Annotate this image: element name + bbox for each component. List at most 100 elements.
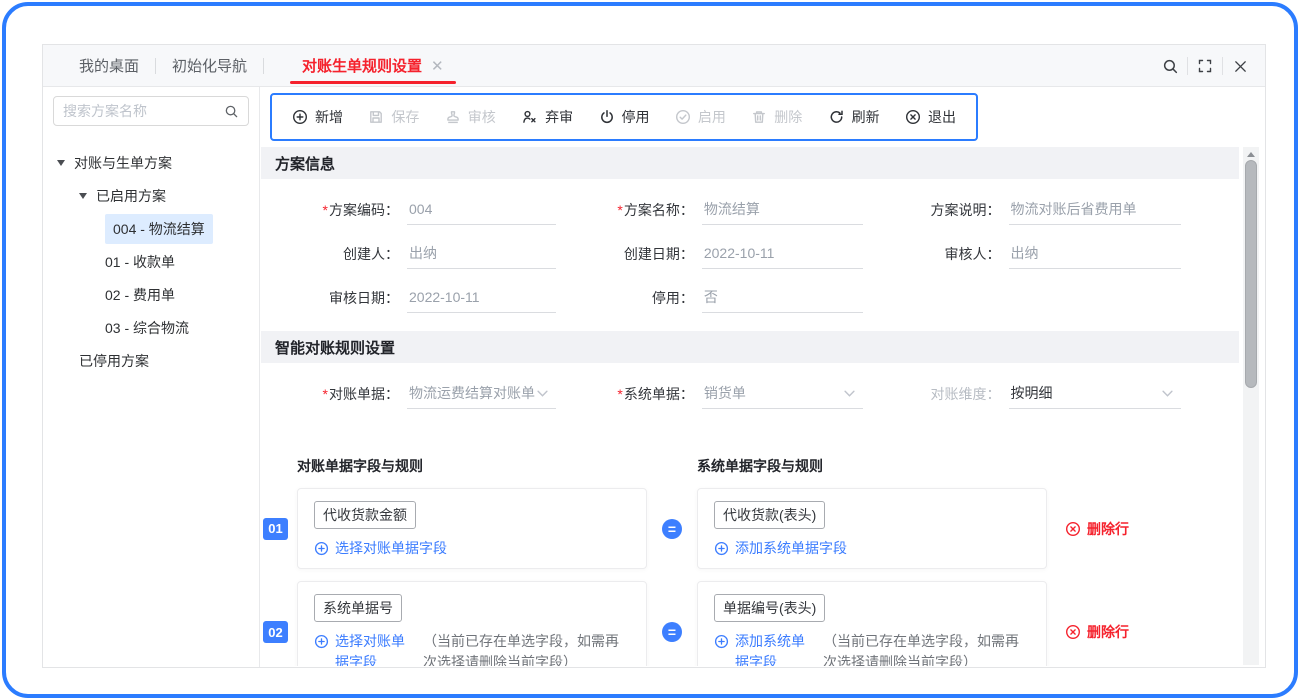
creator-input[interactable]: 出纳 xyxy=(407,239,556,269)
refresh-button[interactable]: 刷新 xyxy=(828,107,880,127)
chevron-down-icon xyxy=(844,390,855,397)
stamp-icon xyxy=(445,109,461,125)
field-system-doc: *系统单据： 销货单 xyxy=(556,372,863,416)
system-field-card: 代收货款(表头) 添加系统单据字段 xyxy=(697,488,1047,569)
add-system-field-link[interactable]: 添加系统单据字段 xyxy=(714,631,809,666)
field-audit-date: 审核日期： 2022-10-11 xyxy=(261,276,556,320)
delete-button[interactable]: 删除 xyxy=(751,107,802,127)
single-field-note: （当前已存在单选字段，如需再次选择请删除当前字段） xyxy=(823,631,1030,666)
auditor-input[interactable]: 出纳 xyxy=(1009,239,1181,269)
field-chip[interactable]: 系统单据号 xyxy=(314,594,402,622)
close-icon[interactable] xyxy=(1223,45,1257,87)
tab-bar: 我的桌面 初始化导航 对账生单规则设置 ✕ xyxy=(43,45,1265,87)
vertical-scrollbar[interactable] xyxy=(1243,147,1259,665)
tree-node-plan-03[interactable]: 03 - 综合物流 xyxy=(43,311,259,344)
save-icon xyxy=(368,109,384,125)
trash-icon xyxy=(751,109,767,125)
field-creator: 创建人： 出纳 xyxy=(261,232,556,276)
field-create-date: 创建日期： 2022-10-11 xyxy=(556,232,863,276)
plus-circle-icon xyxy=(314,541,329,556)
delete-row-button[interactable]: 删除行 xyxy=(1065,622,1129,642)
exit-button[interactable]: 退出 xyxy=(905,107,956,127)
circle-x-icon xyxy=(1065,521,1081,537)
tree-node-plan-004[interactable]: 004 - 物流结算 xyxy=(43,212,259,245)
save-button[interactable]: 保存 xyxy=(368,107,419,127)
left-mapping-header: 对账单据字段与规则 xyxy=(297,456,647,476)
equals-icon: = xyxy=(662,519,682,539)
tree-node-plan-02[interactable]: 02 - 费用单 xyxy=(43,278,259,311)
system-field-card: 单据编号(表头) 添加系统单据字段 （当前已存在单选字段，如需再次选择请删除当前… xyxy=(697,581,1047,666)
plan-search-placeholder: 搜索方案名称 xyxy=(63,101,224,121)
create-date-input[interactable]: 2022-10-11 xyxy=(702,239,863,269)
plus-circle-icon xyxy=(292,109,308,125)
search-icon[interactable] xyxy=(1153,45,1187,87)
field-plan-code: *方案编码： 004 xyxy=(261,188,556,232)
app-panel: 我的桌面 初始化导航 对账生单规则设置 ✕ xyxy=(42,44,1266,668)
disable-button[interactable]: 停用 xyxy=(599,107,650,127)
circle-x-icon xyxy=(1065,624,1081,640)
equals-icon: = xyxy=(662,622,682,642)
field-disabled-flag: 停用： 否 xyxy=(556,276,863,320)
field-plan-desc: 方案说明： 物流对账后省费用单 xyxy=(863,188,1181,232)
add-button[interactable]: 新增 xyxy=(292,107,343,127)
power-icon xyxy=(599,109,615,125)
fullscreen-icon[interactable] xyxy=(1188,45,1222,87)
field-chip[interactable]: 代收货款金额 xyxy=(314,501,416,529)
scroll-up-arrow-icon[interactable] xyxy=(1247,152,1255,157)
plan-desc-input[interactable]: 物流对账后省费用单 xyxy=(1009,195,1181,225)
unaudit-button[interactable]: 弃审 xyxy=(521,107,573,127)
mapping-row-02: 02 系统单据号 选择对账单据字段 （当前已存在单选字段，如需再次选择请删除当前… xyxy=(261,581,1239,666)
section-title-plan-info: 方案信息 xyxy=(261,147,1239,179)
recon-doc-select[interactable]: 物流运费结算对账单 xyxy=(407,379,556,409)
caret-down-icon[interactable] xyxy=(57,160,65,166)
plan-search-input[interactable]: 搜索方案名称 xyxy=(53,96,249,126)
tab-init-nav[interactable]: 初始化导航 xyxy=(156,45,263,86)
tab-close-icon[interactable]: ✕ xyxy=(431,57,444,75)
recon-dimension-select[interactable]: 按明细 xyxy=(1009,379,1181,409)
tree-node-disabled-plans[interactable]: 已停用方案 xyxy=(43,344,259,377)
plus-circle-icon xyxy=(714,541,729,556)
recon-field-card: 系统单据号 选择对账单据字段 （当前已存在单选字段，如需再次选择请删除当前字段） xyxy=(297,581,647,666)
chevron-down-icon xyxy=(1162,390,1173,397)
tab-rule-settings[interactable]: 对账生单规则设置 ✕ xyxy=(288,45,458,86)
rules-form: *对账单据： 物流运费结算对账单 *系统单据： 销货单 xyxy=(261,363,1239,440)
single-field-note: （当前已存在单选字段，如需再次选择请删除当前字段） xyxy=(423,631,630,666)
plan-sidebar: 搜索方案名称 对账与生单方案 已启用方案 004 - 物流结算 xyxy=(43,87,260,667)
main-area: 新增 保存 审核 弃审 xyxy=(260,87,1265,667)
row-number-badge: 01 xyxy=(263,518,288,540)
disabled-flag-input[interactable]: 否 xyxy=(702,283,863,313)
plan-info-form: *方案编码： 004 *方案名称： 物流结算 方案说明： 物流对账后省费用单 xyxy=(261,179,1239,331)
window-action-icons xyxy=(1153,45,1257,87)
right-mapping-header: 系统单据字段与规则 xyxy=(697,456,823,476)
audit-button[interactable]: 审核 xyxy=(445,107,496,127)
enable-button[interactable]: 启用 xyxy=(675,107,726,127)
system-doc-select[interactable]: 销货单 xyxy=(702,379,863,409)
select-recon-field-link[interactable]: 选择对账单据字段 xyxy=(314,631,409,666)
plan-name-input[interactable]: 物流结算 xyxy=(702,195,863,225)
field-auditor: 审核人： 出纳 xyxy=(863,232,1181,276)
tree-node-enabled-plans[interactable]: 已启用方案 xyxy=(43,179,259,212)
search-icon xyxy=(224,104,239,119)
scroll-content: 方案信息 *方案编码： 004 *方案名称： 物流结算 方案说明： 物流对账后省 xyxy=(261,147,1239,666)
tab-divider xyxy=(263,58,264,74)
audit-date-input[interactable]: 2022-10-11 xyxy=(407,283,556,313)
scrollbar-thumb[interactable] xyxy=(1245,160,1257,388)
tab-rule-settings-label: 对账生单规则设置 xyxy=(302,55,422,76)
field-chip[interactable]: 单据编号(表头) xyxy=(714,594,825,622)
plan-code-input[interactable]: 004 xyxy=(407,195,556,225)
delete-row-button[interactable]: 删除行 xyxy=(1065,519,1129,539)
add-system-field-link[interactable]: 添加系统单据字段 xyxy=(714,538,847,559)
plus-circle-icon xyxy=(314,634,329,649)
tree-node-plans-root[interactable]: 对账与生单方案 xyxy=(43,146,259,179)
field-chip[interactable]: 代收货款(表头) xyxy=(714,501,825,529)
field-recon-dimension: 对账维度： 按明细 xyxy=(863,372,1181,416)
recon-field-card: 代收货款金额 选择对账单据字段 xyxy=(297,488,647,569)
refresh-icon xyxy=(828,109,845,125)
select-recon-field-link[interactable]: 选择对账单据字段 xyxy=(314,538,447,559)
tree-node-plan-01[interactable]: 01 - 收款单 xyxy=(43,245,259,278)
caret-down-icon[interactable] xyxy=(79,193,87,199)
field-recon-doc: *对账单据： 物流运费结算对账单 xyxy=(261,372,556,416)
tab-my-desktop[interactable]: 我的桌面 xyxy=(63,45,155,86)
window-frame: 我的桌面 初始化导航 对账生单规则设置 ✕ xyxy=(2,2,1298,698)
plan-tree: 对账与生单方案 已启用方案 004 - 物流结算 01 - 收款单 02 - 费… xyxy=(43,146,259,377)
